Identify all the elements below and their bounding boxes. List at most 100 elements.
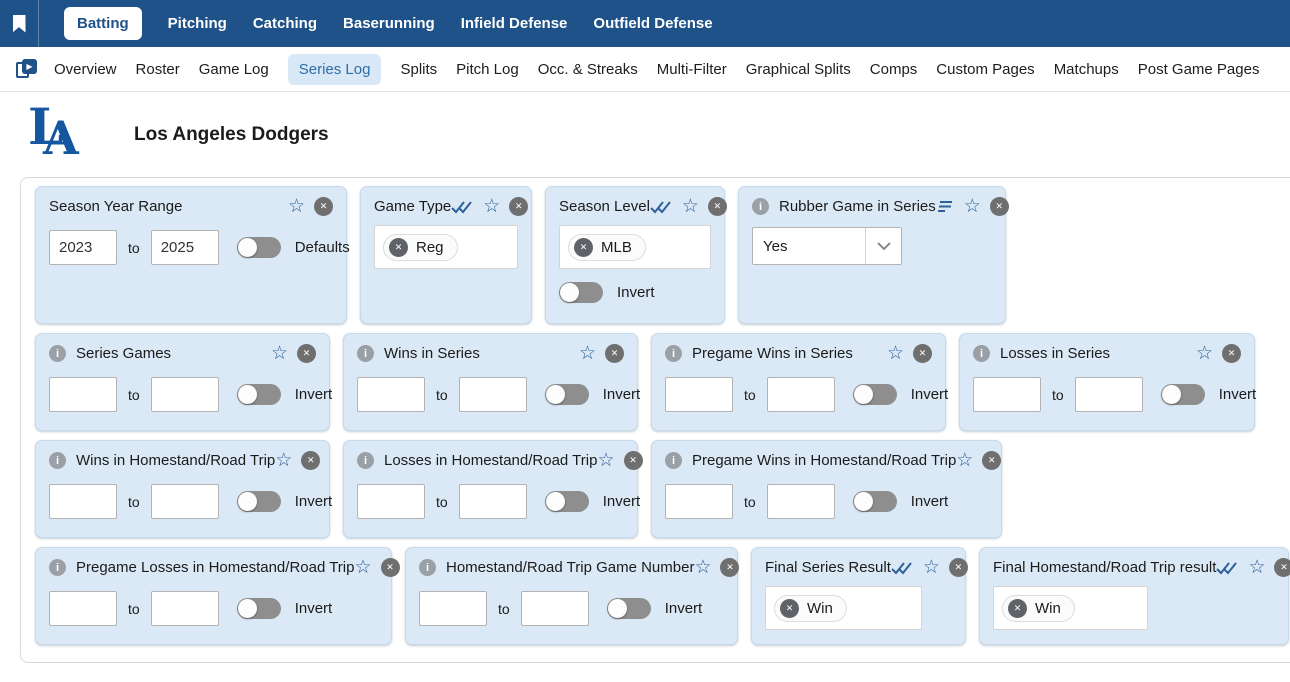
filter-chip[interactable]: ✕ MLB [568,234,646,261]
invert-toggle[interactable] [237,384,281,405]
filter-chip[interactable]: ✕ Win [1002,595,1075,622]
star-icon[interactable]: ☆ [694,558,711,577]
star-icon[interactable]: ☆ [275,451,292,470]
subnav-post-game-pages[interactable]: Post Game Pages [1138,61,1260,78]
info-icon[interactable]: i [357,452,374,469]
bookmark-button[interactable] [0,0,39,47]
pages-play-icon[interactable]: ▶ [16,59,37,79]
range-from-input[interactable] [357,377,425,412]
subnav-matchups[interactable]: Matchups [1054,61,1119,78]
close-icon[interactable]: ✕ [708,197,727,216]
info-icon[interactable]: i [49,452,66,469]
invert-toggle[interactable] [853,491,897,512]
select-all-icon[interactable] [451,200,473,214]
chip-container[interactable]: ✕ Win [993,586,1148,630]
year-from-input[interactable] [49,230,117,265]
info-icon[interactable]: i [49,345,66,362]
tab-baserunning[interactable]: Baserunning [343,15,435,32]
close-icon[interactable]: ✕ [314,197,333,216]
invert-toggle[interactable] [237,598,281,619]
star-icon[interactable]: ☆ [682,197,699,216]
info-icon[interactable]: i [49,559,66,576]
defaults-toggle[interactable] [237,237,281,258]
range-to-input[interactable] [151,377,219,412]
chip-container[interactable]: ✕ Reg [374,225,518,269]
subnav-splits[interactable]: Splits [400,61,437,78]
info-icon[interactable]: i [357,345,374,362]
remove-chip-icon[interactable]: ✕ [389,238,408,257]
invert-toggle[interactable] [545,384,589,405]
star-icon[interactable]: ☆ [887,344,904,363]
close-icon[interactable]: ✕ [949,558,968,577]
close-icon[interactable]: ✕ [1222,344,1241,363]
close-icon[interactable]: ✕ [509,197,528,216]
close-icon[interactable]: ✕ [624,451,643,470]
tab-pitching[interactable]: Pitching [168,15,227,32]
star-icon[interactable]: ☆ [354,558,371,577]
range-to-input[interactable] [767,484,835,519]
close-icon[interactable]: ✕ [1274,558,1290,577]
invert-toggle[interactable] [559,282,603,303]
close-icon[interactable]: ✕ [913,344,932,363]
range-from-input[interactable] [419,591,487,626]
invert-toggle[interactable] [545,491,589,512]
subnav-series-log[interactable]: Series Log [288,54,382,85]
star-icon[interactable]: ☆ [956,451,973,470]
subnav-custom-pages[interactable]: Custom Pages [936,61,1034,78]
close-icon[interactable]: ✕ [990,197,1009,216]
remove-chip-icon[interactable]: ✕ [574,238,593,257]
options-lines-icon[interactable] [936,200,954,213]
year-to-input[interactable] [151,230,219,265]
close-icon[interactable]: ✕ [605,344,624,363]
close-icon[interactable]: ✕ [381,558,400,577]
subnav-game-log[interactable]: Game Log [199,61,269,78]
range-to-input[interactable] [151,484,219,519]
close-icon[interactable]: ✕ [720,558,739,577]
subnav-roster[interactable]: Roster [136,61,180,78]
range-to-input[interactable] [767,377,835,412]
subnav-pitch-log[interactable]: Pitch Log [456,61,519,78]
star-icon[interactable]: ☆ [579,344,596,363]
close-icon[interactable]: ✕ [297,344,316,363]
range-from-input[interactable] [357,484,425,519]
close-icon[interactable]: ✕ [982,451,1001,470]
remove-chip-icon[interactable]: ✕ [780,599,799,618]
star-icon[interactable]: ☆ [597,451,614,470]
range-to-input[interactable] [151,591,219,626]
subnav-multi-filter[interactable]: Multi-Filter [657,61,727,78]
range-to-input[interactable] [459,484,527,519]
close-icon[interactable]: ✕ [301,451,320,470]
star-icon[interactable]: ☆ [271,344,288,363]
subnav-comps[interactable]: Comps [870,61,918,78]
invert-toggle[interactable] [237,491,281,512]
range-from-input[interactable] [49,591,117,626]
tab-catching[interactable]: Catching [253,15,317,32]
chip-container[interactable]: ✕ MLB [559,225,711,269]
invert-toggle[interactable] [853,384,897,405]
tab-infield-defense[interactable]: Infield Defense [461,15,568,32]
info-icon[interactable]: i [973,345,990,362]
tab-outfield-defense[interactable]: Outfield Defense [593,15,712,32]
star-icon[interactable]: ☆ [923,558,940,577]
info-icon[interactable]: i [419,559,436,576]
select-all-icon[interactable] [1216,561,1238,575]
range-to-input[interactable] [1075,377,1143,412]
range-from-input[interactable] [665,484,733,519]
range-from-input[interactable] [973,377,1041,412]
invert-toggle[interactable] [607,598,651,619]
filter-chip[interactable]: ✕ Reg [383,234,458,261]
rubber-game-select[interactable]: Yes [752,227,902,265]
invert-toggle[interactable] [1161,384,1205,405]
select-all-icon[interactable] [891,561,913,575]
range-from-input[interactable] [665,377,733,412]
range-to-input[interactable] [521,591,589,626]
star-icon[interactable]: ☆ [964,197,981,216]
range-from-input[interactable] [49,484,117,519]
subnav-graphical-splits[interactable]: Graphical Splits [746,61,851,78]
info-icon[interactable]: i [665,452,682,469]
star-icon[interactable]: ☆ [288,197,305,216]
remove-chip-icon[interactable]: ✕ [1008,599,1027,618]
range-to-input[interactable] [459,377,527,412]
filter-chip[interactable]: ✕ Win [774,595,847,622]
star-icon[interactable]: ☆ [1248,558,1265,577]
